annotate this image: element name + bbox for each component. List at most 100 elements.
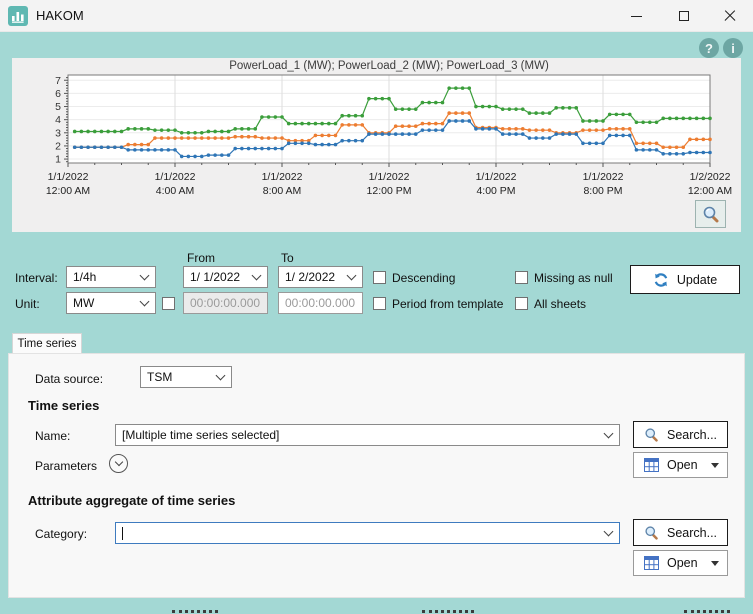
table-icon xyxy=(644,556,659,570)
time-series-heading: Time series xyxy=(28,398,99,413)
period-from-template-label: Period from template xyxy=(392,297,503,311)
svg-text:1: 1 xyxy=(55,154,61,166)
svg-text:8:00 PM: 8:00 PM xyxy=(583,185,622,197)
from-label: From xyxy=(187,251,215,265)
chart-zoom-button[interactable] xyxy=(695,200,726,228)
category-search-button[interactable]: Search... xyxy=(633,519,728,546)
data-source-value: TSM xyxy=(147,370,172,384)
svg-text:5: 5 xyxy=(55,101,61,113)
timeseries-chart: PowerLoad_1 (MW); PowerLoad_2 (MW); Powe… xyxy=(12,58,741,232)
info-icon: i xyxy=(731,41,735,56)
unit-label: Unit: xyxy=(15,297,40,311)
category-open-button[interactable]: Open xyxy=(633,550,728,576)
background-window-fragment xyxy=(172,610,218,613)
svg-text:1/1/2022: 1/1/2022 xyxy=(476,171,517,183)
update-label: Update xyxy=(677,273,717,287)
svg-text:1/1/2022: 1/1/2022 xyxy=(262,171,303,183)
open-label: Open xyxy=(667,556,698,570)
chevron-down-icon xyxy=(114,458,122,466)
svg-text:4:00 AM: 4:00 AM xyxy=(156,185,195,197)
to-date-value: 1/ 2/2022 xyxy=(285,270,335,284)
name-open-button[interactable]: Open xyxy=(633,452,728,478)
text-caret xyxy=(122,527,123,540)
data-source-label: Data source: xyxy=(35,372,103,386)
search-icon xyxy=(644,427,659,442)
data-source-select[interactable]: TSM xyxy=(140,366,232,388)
minimize-button[interactable] xyxy=(613,0,659,32)
svg-text:1/1/2022: 1/1/2022 xyxy=(369,171,410,183)
name-label: Name: xyxy=(35,429,70,443)
svg-text:2: 2 xyxy=(55,140,61,152)
from-date-value: 1/ 1/2022 xyxy=(190,270,240,284)
time-override-checkbox[interactable] xyxy=(162,297,175,310)
magnifier-icon xyxy=(702,205,720,223)
parameters-label: Parameters xyxy=(35,459,97,473)
all-sheets-label: All sheets xyxy=(534,297,586,311)
close-icon xyxy=(724,10,736,22)
svg-text:1/1/2022: 1/1/2022 xyxy=(155,171,196,183)
name-search-button[interactable]: Search... xyxy=(633,421,728,448)
svg-text:1/1/2022: 1/1/2022 xyxy=(48,171,89,183)
svg-text:12:00 PM: 12:00 PM xyxy=(367,185,412,197)
app-icon xyxy=(8,6,28,26)
chevron-down-icon xyxy=(252,271,262,281)
dropdown-arrow-icon xyxy=(711,463,719,468)
svg-text:7: 7 xyxy=(55,75,61,87)
titlebar: HAKOM xyxy=(0,0,753,32)
interval-label: Interval: xyxy=(15,271,58,285)
from-date-select[interactable]: 1/ 1/2022 xyxy=(183,266,268,288)
period-from-template-checkbox[interactable] xyxy=(373,297,386,310)
chart-panel: PowerLoad_1 (MW); PowerLoad_2 (MW); Powe… xyxy=(12,58,741,232)
tab-label: Time series xyxy=(18,338,77,350)
svg-text:4: 4 xyxy=(55,114,61,126)
table-icon xyxy=(644,458,659,472)
svg-text:4:00 PM: 4:00 PM xyxy=(476,185,515,197)
dropdown-arrow-icon xyxy=(711,561,719,566)
time-to-field[interactable]: 00:00:00.000 xyxy=(278,292,363,314)
help-button[interactable]: ? xyxy=(699,38,719,58)
category-label: Category: xyxy=(35,527,87,541)
tab-time-series[interactable]: Time series xyxy=(12,333,82,354)
maximize-button[interactable] xyxy=(661,0,707,32)
descending-label: Descending xyxy=(392,271,455,285)
time-from-field: 00:00:00.000 xyxy=(183,292,268,314)
parameters-expander-button[interactable] xyxy=(109,454,128,473)
svg-text:1/2/2022: 1/2/2022 xyxy=(690,171,731,183)
category-select[interactable] xyxy=(115,522,620,544)
info-button[interactable]: i xyxy=(723,38,743,58)
to-label: To xyxy=(281,251,294,265)
svg-text:8:00 AM: 8:00 AM xyxy=(263,185,302,197)
search-icon xyxy=(644,525,659,540)
svg-text:6: 6 xyxy=(55,88,61,100)
name-select[interactable]: [Multiple time series selected] xyxy=(115,424,620,446)
open-label: Open xyxy=(667,458,698,472)
time-to-value: 00:00:00.000 xyxy=(285,296,355,310)
chevron-down-icon xyxy=(604,527,614,537)
close-button[interactable] xyxy=(707,0,753,32)
time-from-value: 00:00:00.000 xyxy=(190,296,260,310)
background-window-fragment xyxy=(422,610,474,613)
unit-select[interactable]: MW xyxy=(66,292,156,314)
refresh-icon xyxy=(653,272,669,288)
maximize-icon xyxy=(679,11,689,21)
unit-value: MW xyxy=(73,296,94,310)
svg-text:12:00 AM: 12:00 AM xyxy=(688,185,732,197)
svg-text:1/1/2022: 1/1/2022 xyxy=(583,171,624,183)
descending-checkbox[interactable] xyxy=(373,271,386,284)
chevron-down-icon xyxy=(216,371,226,381)
interval-value: 1/4h xyxy=(73,270,96,284)
missing-as-null-checkbox[interactable] xyxy=(515,271,528,284)
chevron-down-icon xyxy=(604,429,614,439)
update-button[interactable]: Update xyxy=(630,265,740,294)
all-sheets-checkbox[interactable] xyxy=(515,297,528,310)
attribute-aggregate-heading: Attribute aggregate of time series xyxy=(28,493,235,508)
help-icon: ? xyxy=(705,41,713,56)
chevron-down-icon xyxy=(140,271,150,281)
window-title: HAKOM xyxy=(36,8,84,23)
name-value: [Multiple time series selected] xyxy=(122,428,279,442)
to-date-select[interactable]: 1/ 2/2022 xyxy=(278,266,363,288)
interval-select[interactable]: 1/4h xyxy=(66,266,156,288)
minimize-icon xyxy=(631,16,642,17)
chevron-down-icon xyxy=(140,297,150,307)
svg-text:3: 3 xyxy=(55,127,61,139)
